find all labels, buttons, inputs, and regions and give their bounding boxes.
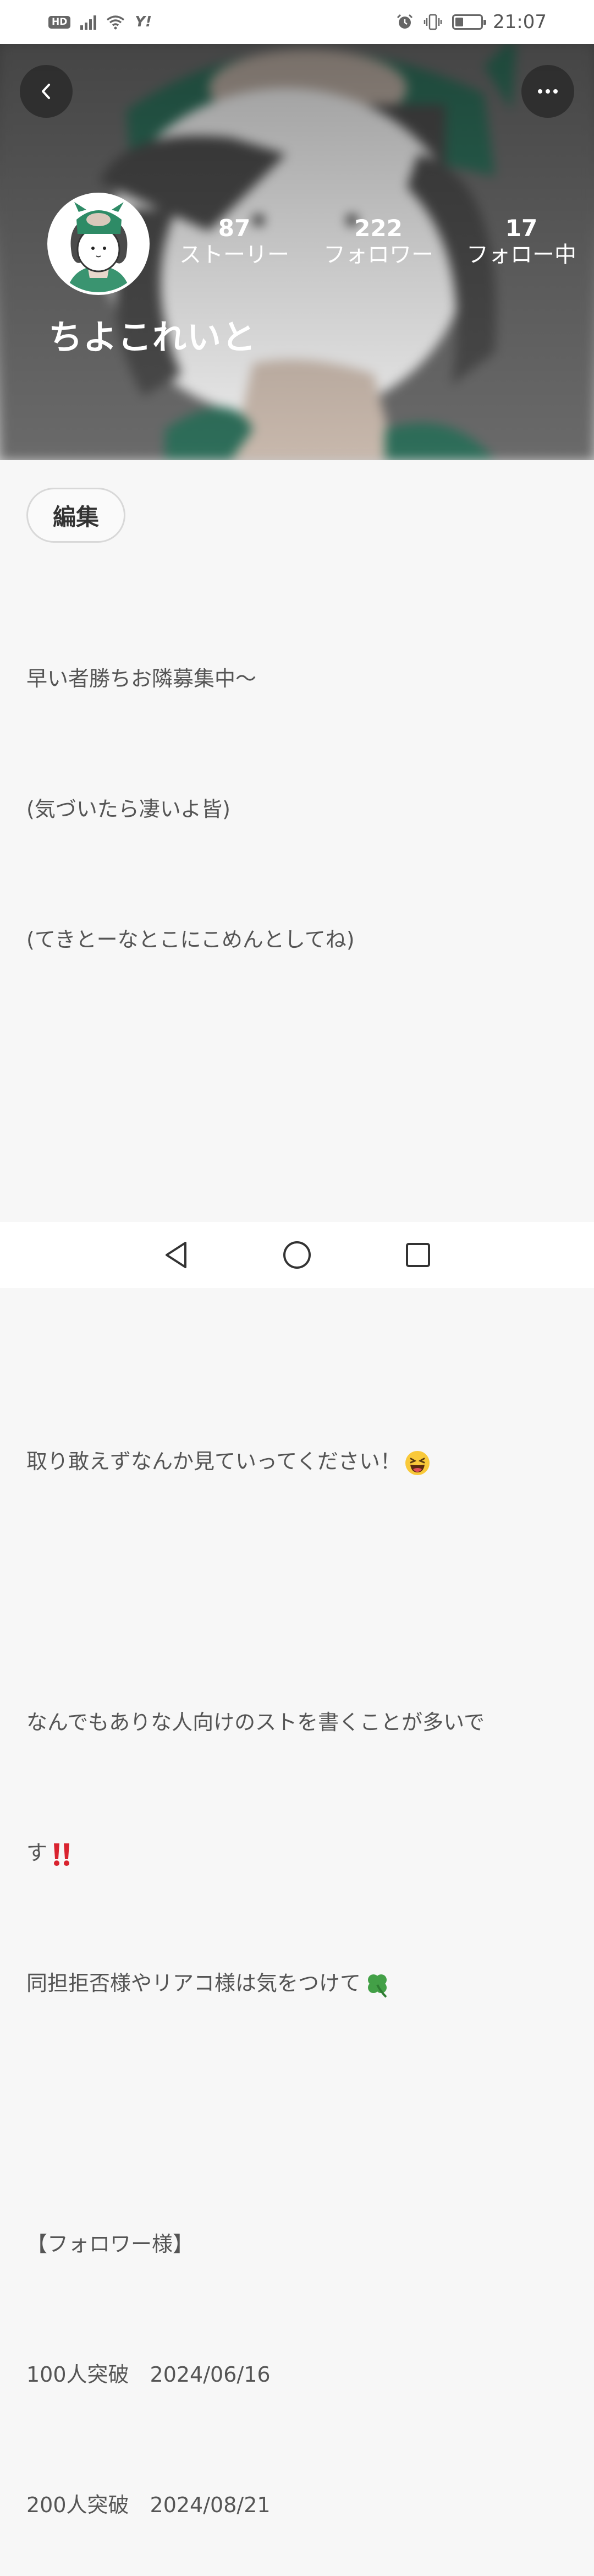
stories-label: ストーリー <box>179 242 289 268</box>
four-leaf-clover-icon <box>368 1974 387 1998</box>
more-dots-icon <box>538 89 558 94</box>
nav-back-button[interactable] <box>160 1238 193 1271</box>
nav-recents-button[interactable] <box>402 1238 435 1271</box>
bio-line: なんでもありな人向けのストを書くことが多いで <box>26 1710 485 1734</box>
bio-line-with-emoji: 同担拒否様やリアコ様は気をつけて <box>26 1962 576 2005</box>
following-count: 17 <box>505 215 538 242</box>
hd-icon: HD <box>48 15 71 29</box>
stories-stat[interactable]: 87 ストーリー <box>176 215 293 269</box>
alarm-icon <box>397 14 413 29</box>
nav-home-button[interactable] <box>280 1238 314 1271</box>
profile-content: 編集 早い者勝ちお隣募集中〜 (気づいたら凄いよ皆) (てきとーなとこにこめんと… <box>0 460 594 2517</box>
vibrate-icon <box>424 14 442 30</box>
following-label: フォロー中 <box>466 242 576 268</box>
bio-text: す <box>26 1841 48 1865</box>
bio-text: 同担拒否様やリアコ様は気をつけて <box>26 1971 361 1995</box>
bio-blank-line <box>26 1049 576 1092</box>
laughing-face-icon <box>405 1450 430 1475</box>
avatar-image <box>50 195 147 292</box>
more-options-button[interactable] <box>521 65 574 118</box>
profile-bio: 早い者勝ちお隣募集中〜 (気づいたら凄いよ皆) (てきとーなとこにこめんとしてね… <box>26 570 576 2576</box>
back-button[interactable] <box>20 65 73 118</box>
double-exclamation-icon <box>54 1843 70 1866</box>
bio-text: 取り敢えずなんか見ていってください！ <box>26 1449 401 1473</box>
bio-blank-line <box>26 1179 576 1222</box>
bio-blank-line <box>26 1570 576 1614</box>
battery-icon <box>452 14 487 30</box>
followers-label: フォロワー <box>323 242 433 268</box>
status-right: 21:07 <box>396 11 547 33</box>
bio-line: 100人突破 2024/06/16 <box>26 2362 271 2387</box>
edit-profile-button[interactable]: 編集 <box>26 488 125 543</box>
profile-header: 87 ストーリー 222 フォロワー 17 フォロー中 ちよこれいと <box>0 44 594 460</box>
circle-home-icon <box>283 1241 311 1269</box>
bio-line-with-emoji: 取り敢えずなんか見ていってください！ <box>26 1440 576 1483</box>
chevron-left-icon <box>42 84 50 99</box>
bio-line: (気づいたら凄いよ皆) <box>26 797 230 821</box>
signal-icon <box>80 14 97 30</box>
avatar[interactable] <box>47 193 150 295</box>
bio-blank-line <box>26 2092 576 2136</box>
triangle-back-icon <box>166 1242 186 1268</box>
wifi-icon <box>107 15 125 30</box>
status-bar: HD Y! 21:07 <box>0 0 594 44</box>
bio-line: 【フォロワー様】 <box>26 2232 194 2256</box>
bio-line: (てきとーなとこにこめんとしてね) <box>26 927 355 952</box>
clock: 21:07 <box>493 11 547 33</box>
followers-stat[interactable]: 222 フォロワー <box>320 215 437 269</box>
bio-line: 200人突破 2024/08/21 <box>26 2493 271 2517</box>
square-recents-icon <box>406 1243 430 1267</box>
username: ちよこれいと <box>48 317 257 357</box>
following-stat[interactable]: 17 フォロー中 <box>463 215 580 269</box>
system-navigation-bar <box>0 1222 594 1288</box>
bio-line: 早い者勝ちお隣募集中〜 <box>26 667 257 691</box>
bio-blank-line <box>26 1309 576 1353</box>
stories-count: 87 <box>218 215 251 242</box>
yahoo-icon: Y! <box>135 14 152 30</box>
followers-count: 222 <box>354 215 403 242</box>
status-left: HD Y! <box>48 14 152 30</box>
bio-line-with-emoji: す <box>26 1831 576 1875</box>
